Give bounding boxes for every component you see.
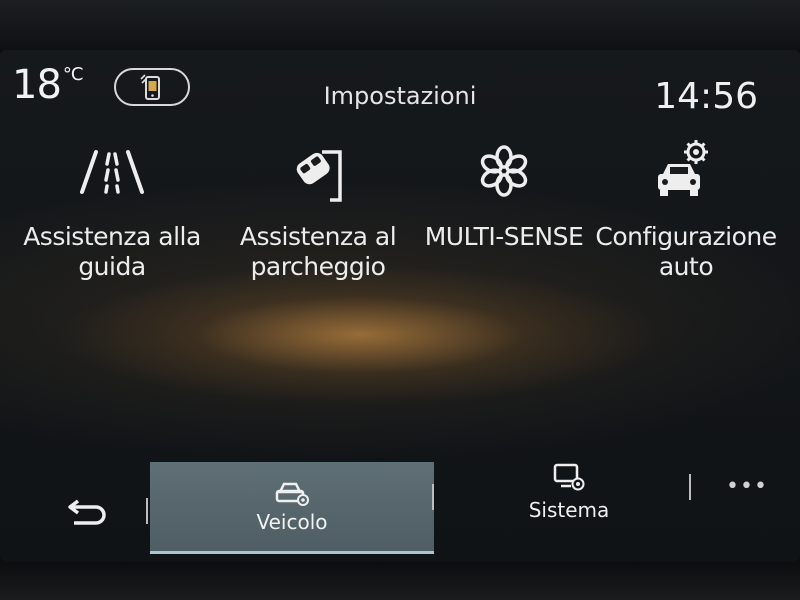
tile-label-line1: Assistenza al <box>239 222 397 251</box>
tile-parking-assist[interactable]: Assistenza al parcheggio <box>218 138 418 282</box>
temperature-value: 18 <box>12 62 62 108</box>
car-gear-icon <box>275 482 309 506</box>
phone-icon <box>140 74 160 100</box>
screen-gear-icon <box>553 463 585 491</box>
tile-multi-sense[interactable]: MULTI-SENSE <box>404 138 604 252</box>
tab-system[interactable]: Sistema <box>494 462 644 554</box>
temperature-unit: °C <box>62 64 84 85</box>
bezel-top <box>0 0 800 50</box>
tile-label-line1: Configurazione <box>595 222 777 251</box>
parking-assist-icon <box>296 150 342 202</box>
bezel-bottom <box>0 562 800 600</box>
car-settings-icon <box>658 140 708 196</box>
separator <box>432 484 434 510</box>
phone-connection-button[interactable] <box>114 68 190 106</box>
page-title: Impostazioni <box>323 82 477 110</box>
bottom-bar: Veicolo Sistema ••• <box>0 462 800 554</box>
tile-label-line1: Assistenza alla <box>23 222 201 251</box>
back-button[interactable] <box>56 490 116 534</box>
separator <box>146 498 148 524</box>
tile-driving-assist[interactable]: Assistenza alla guida <box>12 138 212 282</box>
lane-assist-icon <box>80 150 144 194</box>
more-button[interactable]: ••• <box>724 474 770 504</box>
tab-vehicle-label: Veicolo <box>256 510 328 534</box>
clock: 14:56 <box>654 76 758 117</box>
separator <box>689 474 691 500</box>
tile-vehicle-configuration[interactable]: Configurazione auto <box>586 138 786 282</box>
back-arrow-icon <box>68 499 106 525</box>
tab-system-label: Sistema <box>528 498 610 522</box>
tile-label-line2: parcheggio <box>250 252 386 281</box>
outside-temperature: 18 °C <box>12 62 84 108</box>
tile-label-line1: MULTI-SENSE <box>424 222 584 251</box>
tab-vehicle[interactable]: Veicolo <box>150 462 434 554</box>
tile-label-line2: auto <box>658 252 714 281</box>
tile-label-line2: guida <box>78 252 146 281</box>
multi-sense-flower-icon <box>480 145 528 197</box>
